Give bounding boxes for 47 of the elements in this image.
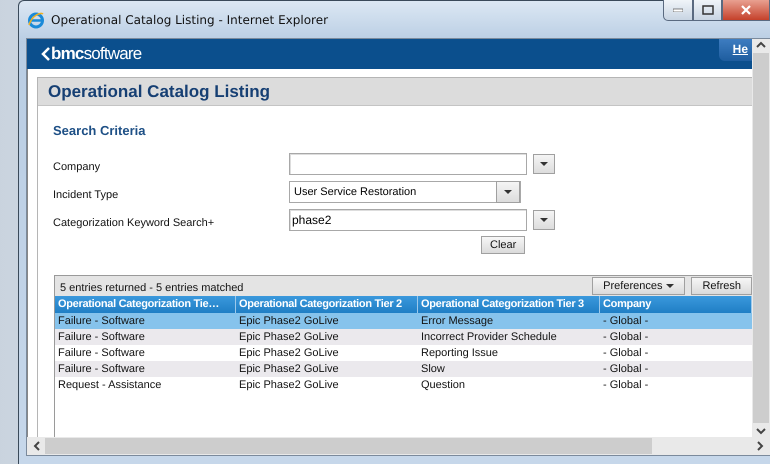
- company-logo: bmcsoftware: [51, 44, 142, 64]
- maximize-icon: [702, 5, 714, 15]
- window-title: Operational Catalog Listing - Internet Explorer: [51, 12, 330, 26]
- dropdown-button[interactable]: [533, 210, 555, 230]
- table-cell[interactable]: - Global -: [600, 361, 752, 377]
- table-cell[interactable]: - Global -: [600, 313, 752, 329]
- field-label: Company: [53, 160, 102, 173]
- column-header[interactable]: Company: [600, 296, 752, 313]
- table-cell[interactable]: Epic Phase2 GoLive: [236, 313, 418, 329]
- dropdown-field[interactable]: User Service Restoration: [289, 181, 521, 203]
- field-label: Categorization Keyword Search+: [53, 216, 216, 229]
- maximize-button[interactable]: [693, 0, 722, 21]
- clear-button[interactable]: Clear: [481, 236, 526, 254]
- caret-down-icon: [666, 284, 674, 288]
- section-title: Search Criteria: [53, 123, 146, 138]
- column-header[interactable]: Operational Categorization Tie…: [55, 296, 236, 313]
- table-cell[interactable]: Failure - Software: [55, 361, 236, 377]
- table-cell[interactable]: Slow: [418, 361, 600, 377]
- table-cell[interactable]: Failure - Software: [55, 329, 236, 345]
- caret-down-icon: [540, 162, 548, 166]
- vertical-scrollbar[interactable]: [752, 39, 770, 437]
- table-cell[interactable]: Incorrect Provider Schedule: [418, 329, 600, 345]
- minimize-button[interactable]: [663, 0, 693, 21]
- column-header[interactable]: Operational Categorization Tier 2: [236, 296, 418, 313]
- caret-down-icon: [504, 190, 512, 194]
- browser-logo-icon: [27, 10, 45, 28]
- table-cell[interactable]: Error Message: [418, 313, 600, 329]
- table-cell[interactable]: - Global -: [600, 329, 752, 345]
- field-label: Incident Type: [53, 188, 120, 201]
- input-field[interactable]: phase2: [289, 209, 527, 231]
- menu-button[interactable]: Preferences: [592, 277, 686, 295]
- table-cell[interactable]: Epic Phase2 GoLive: [236, 329, 418, 345]
- input-field[interactable]: [289, 153, 527, 175]
- close-icon: [740, 5, 752, 15]
- dropdown-button[interactable]: [533, 154, 555, 174]
- table-cell[interactable]: Failure - Software: [55, 313, 236, 329]
- chevron-logo-icon: [41, 47, 50, 61]
- caret-down-icon: [540, 218, 548, 222]
- table-cell[interactable]: Epic Phase2 GoLive: [236, 361, 418, 377]
- minimize-icon: [673, 8, 683, 12]
- column-header[interactable]: Operational Categorization Tier 3: [418, 296, 600, 313]
- panel-title: Operational Catalog Listing: [38, 78, 752, 106]
- close-button[interactable]: [722, 0, 770, 21]
- horizontal-scrollbar[interactable]: [27, 437, 770, 455]
- refresh-button[interactable]: Refresh: [691, 277, 752, 295]
- help-link[interactable]: He: [718, 39, 752, 61]
- results-summary: 5 entries returned - 5 entries matched: [60, 280, 244, 294]
